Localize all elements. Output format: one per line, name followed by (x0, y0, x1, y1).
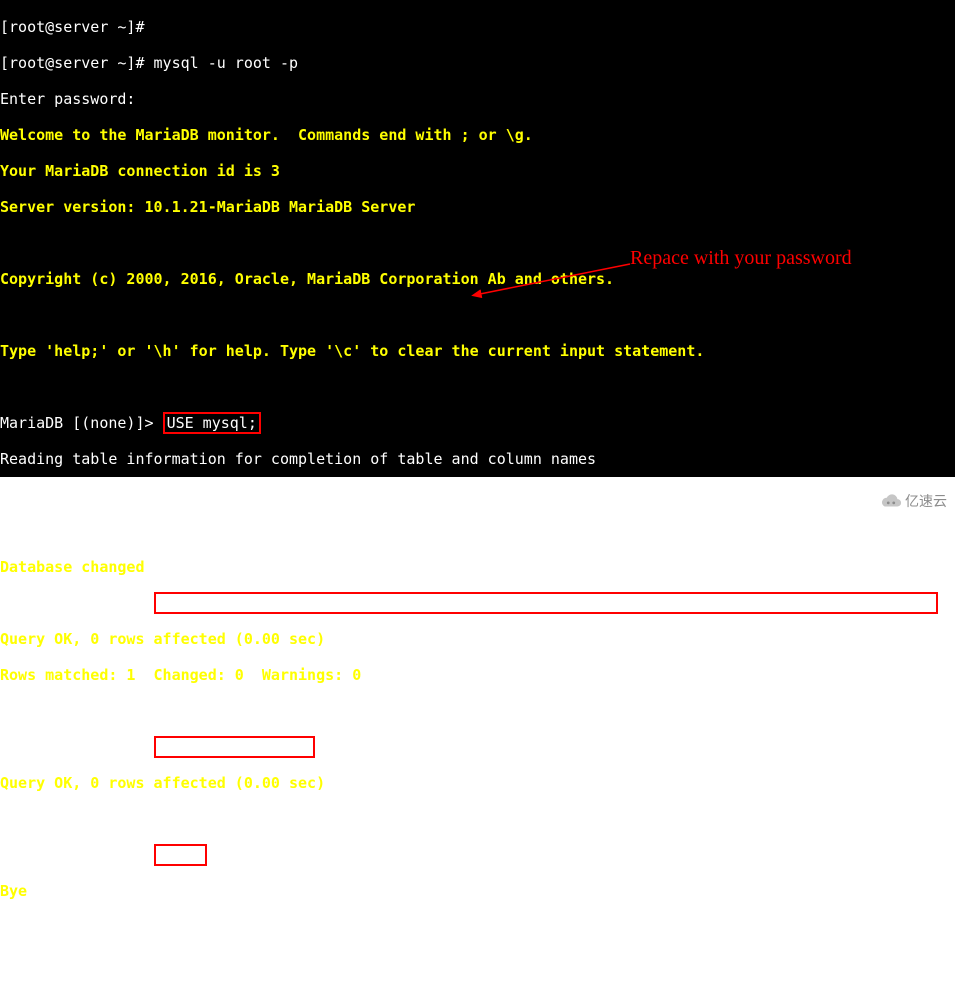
status-query-ok-1: Query OK, 0 rows affected (0.00 sec) (0, 630, 325, 648)
sql-use-mysql: USE mysql; (167, 414, 257, 432)
mariadb-prompt-mysql: MariaDB [mysql]> (0, 594, 154, 612)
sql-update-password: UPDATE user SET password=PASSWORD('tecmi… (158, 594, 935, 612)
highlight-use-mysql: USE mysql; (163, 412, 261, 434)
highlight-exit: exit; (154, 844, 207, 866)
watermark-text: 亿速云 (905, 492, 947, 510)
highlight-flush-privileges: FLUSH PRIVILEGES; (154, 736, 316, 758)
status-query-ok-2: Query OK, 0 rows affected (0.00 sec) (0, 774, 325, 792)
banner-server-version: Server version: 10.1.21-MariaDB MariaDB … (0, 198, 415, 216)
info-reading-tables-1: Reading table information for completion… (0, 450, 596, 468)
shell-prompt: [root@server ~]# (0, 54, 154, 72)
shell-prompt: [root@server ~]# (0, 18, 145, 36)
banner-copyright: Copyright (c) 2000, 2016, Oracle, MariaD… (0, 270, 614, 288)
watermark-strip (0, 477, 955, 514)
banner-welcome: Welcome to the MariaDB monitor. Commands… (0, 126, 533, 144)
cloud-icon (880, 493, 902, 509)
status-rows-matched: Rows matched: 1 Changed: 0 Warnings: 0 (0, 666, 361, 684)
status-database-changed: Database changed (0, 558, 145, 576)
status-bye: Bye (0, 882, 27, 900)
terminal-window[interactable]: [root@server ~]# [root@server ~]# mysql … (0, 0, 955, 477)
password-prompt-label: Enter password: (0, 90, 135, 108)
sql-flush-privileges: FLUSH PRIVILEGES; (158, 738, 312, 756)
highlight-update-stmt: UPDATE user SET password=PASSWORD('tecmi… (154, 592, 939, 614)
banner-help: Type 'help;' or '\h' for help. Type '\c'… (0, 342, 704, 360)
shell-prompt: [root@server ~]# (0, 918, 154, 936)
banner-connection-id: Your MariaDB connection id is 3 (0, 162, 280, 180)
command-mysql-login: mysql -u root -p (154, 54, 299, 72)
mariadb-prompt-mysql: MariaDB [mysql]> (0, 738, 154, 756)
mariadb-prompt-mysql: MariaDB [mysql]> (0, 846, 154, 864)
watermark: 亿速云 (880, 492, 947, 510)
mariadb-prompt-none: MariaDB [(none)]> (0, 414, 163, 432)
annotation-replace-password: Repace with your password (630, 249, 852, 267)
terminal-cursor (154, 919, 163, 936)
sql-exit: exit; (158, 846, 203, 864)
